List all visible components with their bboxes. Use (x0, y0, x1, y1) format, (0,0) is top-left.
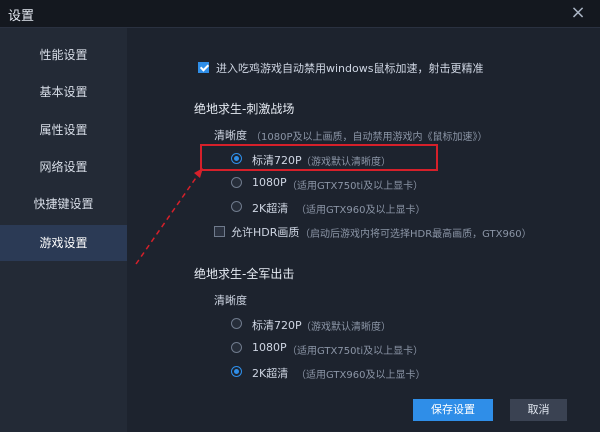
annotation-arrow (135, 168, 203, 265)
